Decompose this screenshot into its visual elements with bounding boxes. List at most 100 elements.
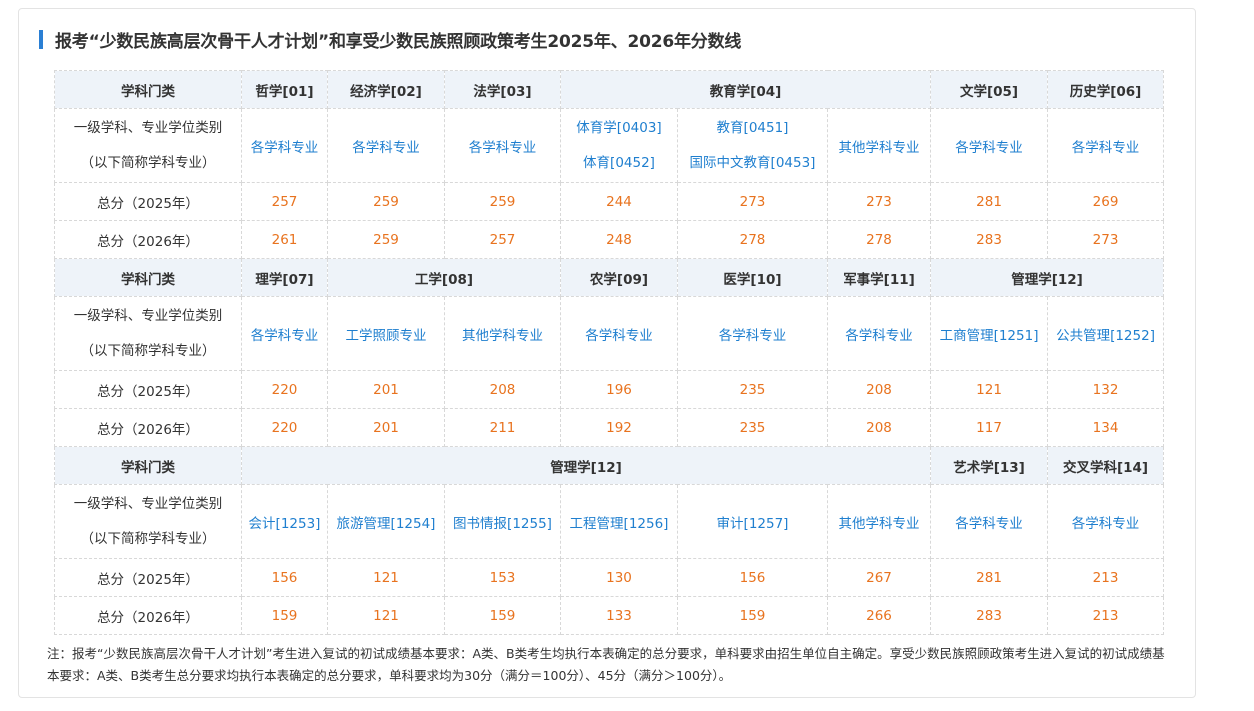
score-cell: 156 xyxy=(677,558,828,597)
table-row: 学科门类 管理学[12] 艺术学[13] 交叉学科[14] xyxy=(54,446,1165,485)
score-cell: 132 xyxy=(1047,370,1165,409)
discipline-link[interactable]: 各学科专业 xyxy=(930,484,1049,559)
table-row: 学科门类 理学[07] 工学[08] 农学[09] 医学[10] 军事学[11]… xyxy=(54,258,1165,297)
discipline-link[interactable]: 各学科专业 xyxy=(560,296,678,371)
score-cell: 208 xyxy=(444,370,561,409)
score-cell: 235 xyxy=(677,370,828,409)
discipline-link[interactable]: 各学科专业 xyxy=(241,108,328,183)
discipline-cell: 教育[0451] 国际中文教育[0453] xyxy=(677,108,828,183)
discipline-link[interactable]: 各学科专业 xyxy=(930,108,1049,183)
score-cell: 201 xyxy=(327,408,445,447)
total-2025-label: 总分（2025年） xyxy=(54,370,242,409)
discipline-link[interactable]: 各学科专业 xyxy=(1047,108,1165,183)
discipline-label: 一级学科、专业学位类别 （以下简称学科专业） xyxy=(54,484,242,559)
discipline-link[interactable]: 工程管理[1256] xyxy=(560,484,678,559)
table-row: 一级学科、专业学位类别 （以下简称学科专业） 各学科专业 工学照顾专业 其他学科专… xyxy=(54,296,1165,371)
score-cell: 121 xyxy=(327,596,445,635)
discipline-link[interactable]: 国际中文教育[0453] xyxy=(679,146,827,181)
discipline-link[interactable]: 其他学科专业 xyxy=(826,484,932,559)
discipline-label-line2: （以下简称学科专业） xyxy=(80,530,216,547)
score-cell: 267 xyxy=(826,558,932,597)
discipline-link[interactable]: 工商管理[1251] xyxy=(930,296,1049,371)
title-text: 报考“少数民族高层次骨干人才计划”和享受少数民族照顾政策考生2025年、2026… xyxy=(55,31,742,52)
score-cell: 281 xyxy=(930,182,1049,221)
page-title: 报考“少数民族高层次骨干人才计划”和享受少数民族照顾政策考生2025年、2026… xyxy=(39,28,742,52)
score-cell: 244 xyxy=(560,182,678,221)
discipline-link[interactable]: 体育[0452] xyxy=(562,146,677,181)
score-cell: 117 xyxy=(930,408,1049,447)
score-cell: 278 xyxy=(826,220,932,259)
discipline-link[interactable]: 各学科专业 xyxy=(826,296,932,371)
discipline-label-line2: （以下简称学科专业） xyxy=(80,342,216,359)
score-cell: 259 xyxy=(444,182,561,221)
discipline-label-line1: 一级学科、专业学位类别 xyxy=(73,495,223,512)
score-cell: 235 xyxy=(677,408,828,447)
total-2025-label: 总分（2025年） xyxy=(54,182,242,221)
score-cell: 259 xyxy=(327,220,445,259)
title-accent-bar xyxy=(39,29,43,49)
score-cell: 134 xyxy=(1047,408,1165,447)
score-cell: 130 xyxy=(560,558,678,597)
score-cell: 133 xyxy=(560,596,678,635)
discipline-label-line2: （以下简称学科专业） xyxy=(80,154,216,171)
score-cell: 213 xyxy=(1047,596,1165,635)
score-cell: 273 xyxy=(1047,220,1165,259)
discipline-label: 一级学科、专业学位类别 （以下简称学科专业） xyxy=(54,108,242,183)
table-row: 一级学科、专业学位类别 （以下简称学科专业） 各学科专业 各学科专业 各学科专业 … xyxy=(54,108,1165,183)
total-2025-label: 总分（2025年） xyxy=(54,558,242,597)
category-header: 管理学[12] xyxy=(930,258,1165,297)
score-cell: 159 xyxy=(444,596,561,635)
category-header: 艺术学[13] xyxy=(930,446,1049,485)
score-cell: 121 xyxy=(930,370,1049,409)
score-cell: 273 xyxy=(826,182,932,221)
category-header: 管理学[12] xyxy=(240,446,932,485)
score-cell: 159 xyxy=(677,596,828,635)
discipline-label-line1: 一级学科、专业学位类别 xyxy=(73,119,223,136)
table-row: 总分（2025年） 257 259 259 244 273 273 281 26… xyxy=(54,182,1165,221)
discipline-link[interactable]: 各学科专业 xyxy=(241,296,328,371)
score-cell: 281 xyxy=(930,558,1049,597)
total-2026-label: 总分（2026年） xyxy=(54,596,242,635)
discipline-link[interactable]: 工学照顾专业 xyxy=(327,296,445,371)
score-cell: 259 xyxy=(327,182,445,221)
discipline-link[interactable]: 各学科专业 xyxy=(327,108,445,183)
discipline-cell: 体育学[0403] 体育[0452] xyxy=(560,108,678,183)
score-cell: 159 xyxy=(241,596,328,635)
score-cell: 220 xyxy=(241,408,328,447)
category-header: 工学[08] xyxy=(327,258,561,297)
score-cell: 283 xyxy=(930,596,1049,635)
discipline-label-line1: 一级学科、专业学位类别 xyxy=(73,307,223,324)
discipline-link[interactable]: 审计[1257] xyxy=(677,484,828,559)
discipline-link[interactable]: 各学科专业 xyxy=(444,108,561,183)
category-header: 哲学[01] xyxy=(241,70,328,109)
category-header: 教育学[04] xyxy=(559,70,932,109)
category-header: 历史学[06] xyxy=(1047,70,1165,109)
category-label: 学科门类 xyxy=(54,446,242,485)
discipline-link[interactable]: 体育学[0403] xyxy=(562,111,677,146)
score-cell: 220 xyxy=(241,370,328,409)
discipline-link[interactable]: 其他学科专业 xyxy=(826,108,932,183)
discipline-link[interactable]: 教育[0451] xyxy=(679,111,827,146)
category-header: 军事学[11] xyxy=(826,258,932,297)
score-cell: 261 xyxy=(241,220,328,259)
score-cell: 283 xyxy=(930,220,1049,259)
score-cell: 248 xyxy=(560,220,678,259)
discipline-link[interactable]: 各学科专业 xyxy=(677,296,828,371)
category-header: 医学[10] xyxy=(677,258,828,297)
table-row: 一级学科、专业学位类别 （以下简称学科专业） 会计[1253] 旅游管理[1254… xyxy=(54,484,1165,559)
discipline-link[interactable]: 会计[1253] xyxy=(241,484,328,559)
discipline-link[interactable]: 图书情报[1255] xyxy=(444,484,561,559)
score-cell: 192 xyxy=(560,408,678,447)
category-header: 理学[07] xyxy=(241,258,328,297)
score-cell: 208 xyxy=(826,408,932,447)
score-cell: 211 xyxy=(444,408,561,447)
score-cell: 273 xyxy=(677,182,828,221)
discipline-link[interactable]: 其他学科专业 xyxy=(444,296,561,371)
category-header: 文学[05] xyxy=(930,70,1049,109)
score-cell: 201 xyxy=(327,370,445,409)
discipline-link[interactable]: 旅游管理[1254] xyxy=(327,484,445,559)
score-cell: 278 xyxy=(677,220,828,259)
score-card: 报考“少数民族高层次骨干人才计划”和享受少数民族照顾政策考生2025年、2026… xyxy=(18,8,1196,698)
discipline-link[interactable]: 公共管理[1252] xyxy=(1047,296,1165,371)
discipline-link[interactable]: 各学科专业 xyxy=(1047,484,1165,559)
